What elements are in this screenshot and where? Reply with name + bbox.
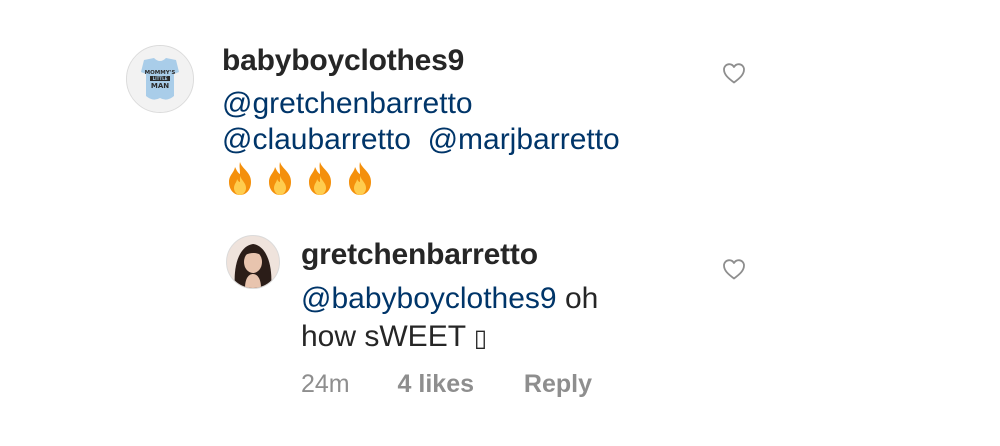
likes-count[interactable]: 4 likes — [398, 370, 474, 398]
reply-button[interactable]: Reply — [524, 370, 592, 398]
profile-photo-avatar-image — [227, 236, 279, 288]
fire-emoji-icon — [349, 162, 371, 195]
fire-emoji-icon — [229, 162, 251, 195]
comment-username[interactable]: babyboyclothes9 — [222, 44, 464, 78]
unsupported-glyph: ▯ — [473, 324, 488, 352]
svg-text:MOMMY'S: MOMMY'S — [145, 70, 176, 76]
emoji-row — [222, 160, 378, 196]
comment-line-2: @claubarretto @marjbarretto — [222, 123, 620, 157]
onesie-avatar-image: MOMMY'S LITTLE MAN — [127, 46, 193, 112]
reply-meta-row: 24m 4 likes Reply — [301, 370, 592, 399]
like-button[interactable] — [722, 62, 746, 89]
svg-text:MAN: MAN — [151, 82, 169, 90]
heart-outline-icon — [723, 63, 745, 84]
timestamp: 24m — [301, 370, 350, 398]
reply-line-1: @babyboyclothes9 oh — [301, 282, 599, 315]
fire-emoji-icon — [309, 162, 331, 195]
svg-text:LITTLE: LITTLE — [153, 76, 168, 81]
comment-line-1: @gretchenbarretto — [222, 87, 473, 121]
reply-line-2: how sWEET ▯ — [301, 320, 488, 353]
comment-item: MOMMY'S LITTLE MAN babyboyclothes9 @gret… — [0, 0, 1000, 210]
avatar[interactable]: MOMMY'S LITTLE MAN — [126, 45, 194, 113]
heart-outline-icon — [723, 259, 745, 280]
reply-username[interactable]: gretchenbarretto — [301, 238, 538, 272]
mention-link[interactable]: @babyboyclothes9 — [301, 282, 557, 315]
like-button[interactable] — [722, 258, 746, 285]
avatar[interactable] — [226, 235, 280, 289]
reply-item: gretchenbarretto @babyboyclothes9 oh how… — [0, 210, 1000, 446]
fire-emoji-icon — [269, 162, 291, 195]
mention-link[interactable]: @marjbarretto — [428, 123, 620, 156]
mention-link[interactable]: @gretchenbarretto — [222, 87, 473, 120]
mention-link[interactable]: @claubarretto — [222, 123, 411, 156]
